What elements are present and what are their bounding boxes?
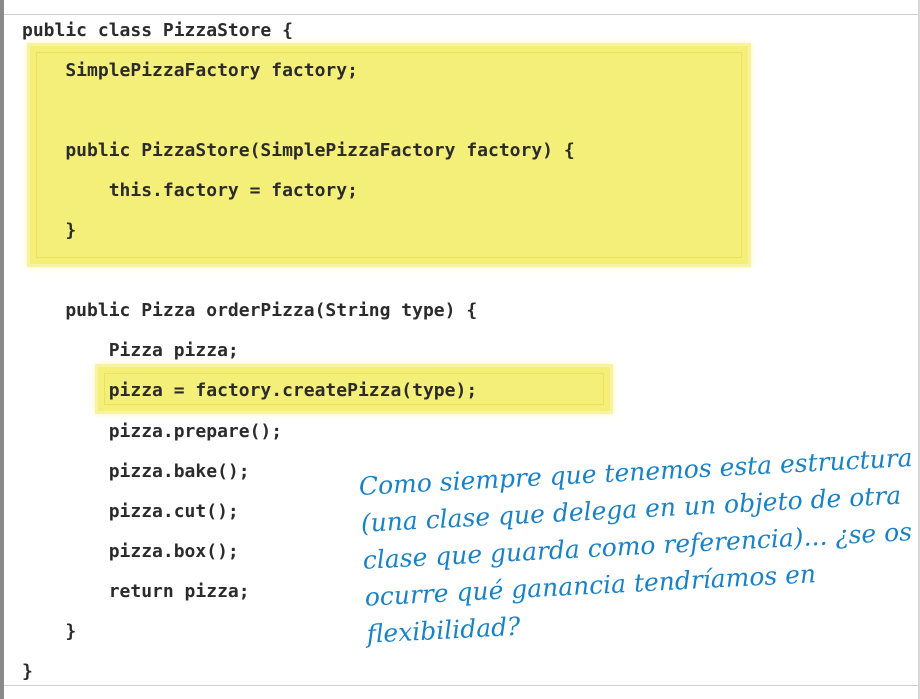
code-line: public class PizzaStore { [22,20,293,41]
code-line: SimplePizzaFactory factory; [22,60,358,81]
left-border [0,0,4,699]
handwritten-annotation: Como siempre que tenemos esta estructura… [358,439,913,652]
code-line: this.factory = factory; [22,180,358,201]
code-line: pizza.bake(); [22,461,250,482]
code-line: pizza = factory.createPizza(type); [22,380,478,401]
top-divider [4,14,918,15]
code-slide: public class PizzaStore { SimplePizzaFac… [0,0,920,699]
bottom-divider [4,685,918,686]
code-line: } [22,621,77,642]
code-line: return pizza; [22,581,250,602]
code-line: pizza.box(); [22,541,239,562]
code-line: public Pizza orderPizza(String type) { [22,300,478,321]
code-line: Pizza pizza; [22,340,239,361]
code-line: } [22,220,77,241]
code-line: pizza.prepare(); [22,421,283,442]
code-line: } [22,661,33,682]
code-line: pizza.cut(); [22,501,239,522]
code-line: public PizzaStore(SimplePizzaFactory fac… [22,140,575,161]
